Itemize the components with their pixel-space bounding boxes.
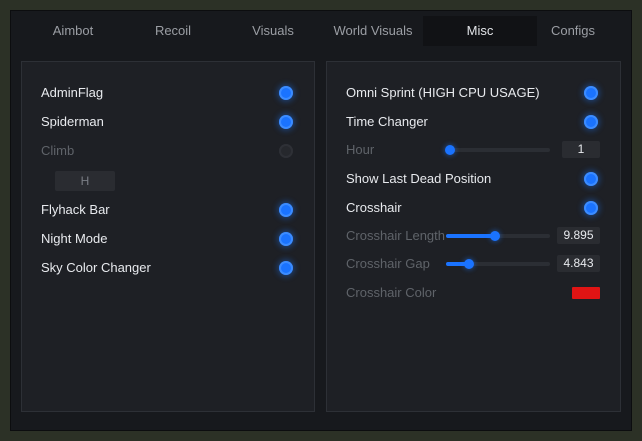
omni-sprint-label: Omni Sprint (HIGH CPU USAGE) [346, 85, 540, 100]
crosshair-gap-slider[interactable] [446, 259, 550, 269]
crosshair-color-swatch[interactable] [572, 287, 600, 299]
crosshair-length-label: Crosshair Length [346, 228, 445, 243]
climb-toggle[interactable] [279, 144, 293, 158]
tab-world-visuals[interactable]: World Visuals [323, 16, 423, 46]
option-row-climb: Climb [22, 141, 314, 161]
sky-color-changer-label: Sky Color Changer [41, 260, 151, 275]
crosshair-gap-slider-knob[interactable] [463, 259, 474, 269]
option-row-sky-color-changer: Sky Color Changer [22, 258, 314, 278]
adminflag-toggle[interactable] [279, 86, 293, 100]
option-row-night-mode: Night Mode [22, 229, 314, 249]
adminflag-label: AdminFlag [41, 85, 104, 100]
option-row-time-changer: Time Changer [327, 112, 620, 132]
tab-visuals[interactable]: Visuals [223, 16, 323, 46]
cheat-menu-window: Aimbot Recoil Visuals World Visuals Misc… [10, 10, 632, 431]
spiderman-toggle[interactable] [279, 115, 293, 129]
crosshair-length-slider-knob[interactable] [489, 231, 500, 241]
tab-bar: Aimbot Recoil Visuals World Visuals Misc… [11, 16, 631, 46]
climb-label: Climb [41, 143, 75, 158]
option-row-hour: Hour 1 [327, 140, 620, 160]
option-row-crosshair: Crosshair [327, 198, 620, 218]
night-mode-toggle[interactable] [279, 232, 293, 246]
flyhack-bar-label: Flyhack Bar [41, 202, 110, 217]
tab-aimbot[interactable]: Aimbot [23, 16, 123, 46]
time-changer-label: Time Changer [346, 114, 428, 129]
tab-misc[interactable]: Misc [423, 16, 537, 46]
hour-slider[interactable] [445, 145, 550, 155]
left-options-panel: AdminFlag Spiderman Climb H Flyhack Bar … [21, 61, 315, 412]
option-row-spiderman: Spiderman [22, 112, 314, 132]
option-row-adminflag: AdminFlag [22, 83, 314, 103]
climb-keybind-button[interactable]: H [55, 171, 115, 191]
time-changer-toggle[interactable] [584, 115, 598, 129]
option-row-climb-keybind: H [22, 171, 314, 191]
option-row-omni-sprint: Omni Sprint (HIGH CPU USAGE) [327, 83, 620, 103]
hour-slider-knob[interactable] [445, 145, 456, 155]
night-mode-label: Night Mode [41, 231, 108, 246]
flyhack-bar-toggle[interactable] [279, 203, 293, 217]
option-row-crosshair-length: Crosshair Length 9.895 [327, 226, 620, 246]
option-row-crosshair-color: Crosshair Color [327, 283, 620, 303]
tab-recoil[interactable]: Recoil [123, 16, 223, 46]
spiderman-label: Spiderman [41, 114, 104, 129]
sky-color-changer-toggle[interactable] [279, 261, 293, 275]
show-last-dead-toggle[interactable] [584, 172, 598, 186]
crosshair-gap-label: Crosshair Gap [346, 256, 430, 271]
crosshair-length-slider[interactable] [446, 231, 550, 241]
hour-value[interactable]: 1 [562, 141, 600, 158]
option-row-crosshair-gap: Crosshair Gap 4.843 [327, 254, 620, 274]
crosshair-toggle[interactable] [584, 201, 598, 215]
show-last-dead-label: Show Last Dead Position [346, 171, 492, 186]
crosshair-color-label: Crosshair Color [346, 285, 437, 300]
omni-sprint-toggle[interactable] [584, 86, 598, 100]
option-row-show-last-dead: Show Last Dead Position [327, 169, 620, 189]
right-options-panel: Omni Sprint (HIGH CPU USAGE) Time Change… [326, 61, 621, 412]
hour-label: Hour [346, 142, 375, 157]
tab-configs[interactable]: Configs [537, 16, 609, 46]
crosshair-label: Crosshair [346, 200, 402, 215]
crosshair-gap-value[interactable]: 4.843 [557, 255, 600, 272]
crosshair-length-slider-fill [446, 234, 495, 238]
option-row-flyhack-bar: Flyhack Bar [22, 200, 314, 220]
crosshair-length-value[interactable]: 9.895 [557, 227, 600, 244]
